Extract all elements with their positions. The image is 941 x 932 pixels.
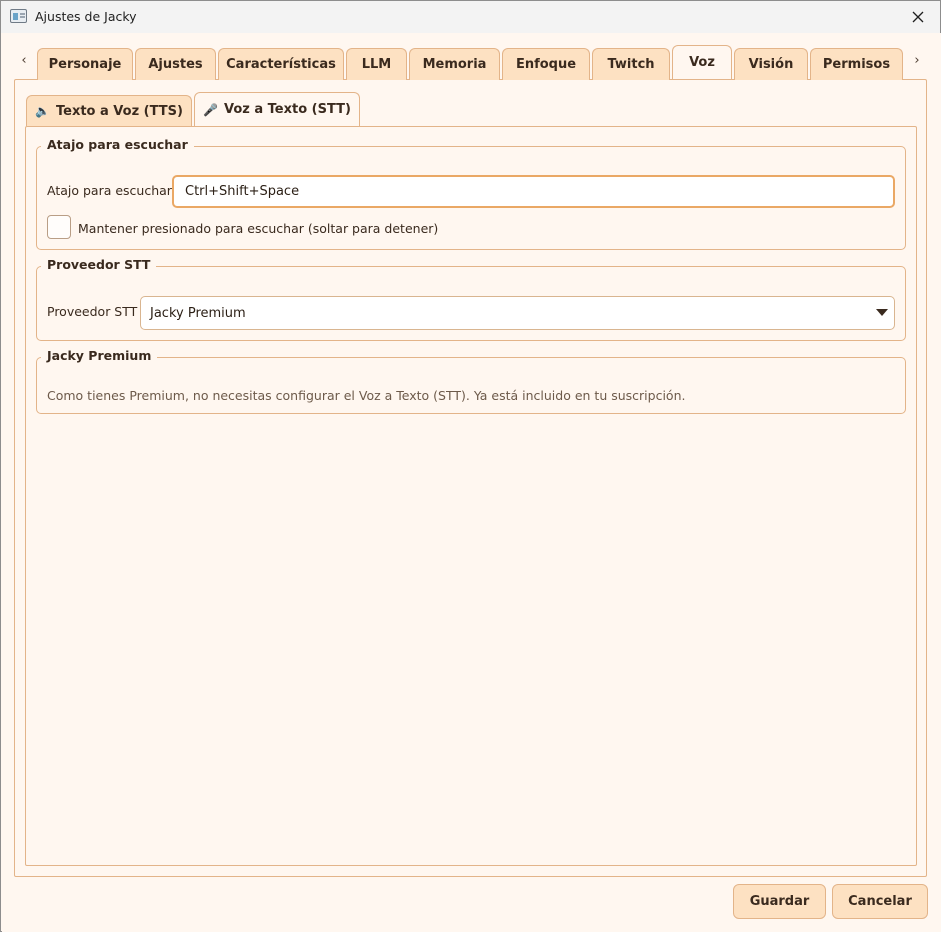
- subtab-stt[interactable]: 🎤 Voz a Texto (STT): [194, 92, 360, 126]
- subtab-tts-label: Texto a Voz (TTS): [55, 103, 183, 119]
- window-title: Ajustes de Jacky: [35, 9, 137, 24]
- tab-enfoque[interactable]: Enfoque: [502, 48, 590, 80]
- chevron-down-icon: [876, 309, 888, 316]
- close-button[interactable]: [896, 1, 940, 33]
- tab-personaje[interactable]: Personaje: [37, 48, 133, 80]
- stt-provider-group-title: Proveedor STT: [41, 257, 157, 272]
- speaker-icon: 🔈: [35, 104, 50, 118]
- tab-ajustes[interactable]: Ajustes: [135, 48, 216, 80]
- hotkey-label: Atajo para escuchar:: [47, 183, 176, 198]
- subtab-stt-label: Voz a Texto (STT): [223, 102, 351, 117]
- hold-to-listen-label: Mantener presionado para escuchar (solta…: [78, 221, 439, 236]
- voice-sub-tab-bar: 🔈 Texto a Voz (TTS) 🎤 Voz a Texto (STT): [26, 92, 362, 126]
- tab-twitch[interactable]: Twitch: [592, 48, 670, 80]
- tab-scroll-right-button[interactable]: ›: [910, 53, 924, 68]
- cancel-button[interactable]: Cancelar: [832, 884, 928, 919]
- tab-scroll-left-button[interactable]: ‹: [17, 53, 31, 68]
- stt-provider-select[interactable]: Jacky Premium: [140, 296, 895, 330]
- premium-group-title: Jacky Premium: [41, 348, 158, 363]
- save-button[interactable]: Guardar: [733, 884, 826, 919]
- subtab-tts[interactable]: 🔈 Texto a Voz (TTS): [26, 95, 192, 126]
- microphone-icon: 🎤: [203, 102, 218, 117]
- stt-provider-group: Proveedor STT Proveedor STT Jacky Premiu…: [36, 257, 906, 341]
- settings-window: Ajustes de Jacky ‹ › Personaje Ajustes C…: [0, 0, 941, 932]
- stt-provider-value: Jacky Premium: [150, 305, 246, 321]
- tab-vision[interactable]: Visión: [734, 48, 808, 80]
- premium-info-text: Como tienes Premium, no necesitas config…: [47, 388, 686, 403]
- premium-group: Jacky Premium Como tienes Premium, no ne…: [36, 348, 906, 414]
- app-icon: [10, 9, 27, 23]
- tab-llm[interactable]: LLM: [346, 48, 407, 80]
- hotkey-group: Atajo para escuchar Atajo para escuchar:…: [36, 137, 906, 250]
- close-icon: [912, 11, 924, 23]
- hotkey-input[interactable]: Ctrl+Shift+Space: [172, 175, 895, 208]
- hotkey-group-title: Atajo para escuchar: [41, 137, 194, 152]
- stt-provider-label: Proveedor STT: [47, 304, 138, 319]
- title-bar: Ajustes de Jacky: [1, 1, 940, 33]
- tab-permisos[interactable]: Permisos: [810, 48, 903, 80]
- tab-caracteristicas[interactable]: Características: [218, 48, 344, 80]
- tab-voz[interactable]: Voz: [672, 45, 732, 79]
- hold-to-listen-checkbox[interactable]: [47, 215, 71, 239]
- tab-memoria[interactable]: Memoria: [409, 48, 500, 80]
- main-tab-bar: Personaje Ajustes Características LLM Me…: [37, 45, 905, 80]
